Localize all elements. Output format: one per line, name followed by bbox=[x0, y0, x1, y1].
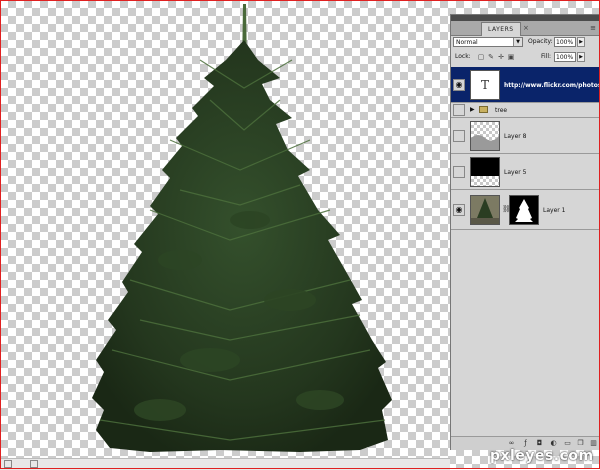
blend-mode-value: Normal bbox=[456, 39, 478, 46]
panel-menu-icon[interactable]: ≡ bbox=[590, 22, 596, 34]
layer-row-layer-5[interactable]: Layer 5 bbox=[451, 154, 599, 190]
layer-5-thumbnail bbox=[470, 157, 500, 187]
layer-row-text[interactable]: ◉ T http://www.flickr.com/photos bbox=[451, 67, 599, 103]
panel-tab-strip: LAYERS × ≡ bbox=[451, 21, 600, 36]
layer-name: Layer 8 bbox=[504, 133, 527, 140]
fill-slider-arrow-icon[interactable]: ▶ bbox=[577, 52, 585, 62]
text-layer-thumbnail: T bbox=[470, 70, 500, 100]
layer-8-thumbnail bbox=[470, 121, 500, 151]
status-indicator-icon bbox=[4, 460, 12, 468]
close-icon[interactable]: × bbox=[523, 22, 529, 34]
lock-transparency-icon[interactable]: ▢ bbox=[477, 53, 485, 61]
visibility-toggle[interactable] bbox=[453, 130, 465, 142]
christmas-tree-image bbox=[92, 4, 392, 452]
link-layers-icon[interactable]: ∞ bbox=[507, 439, 516, 448]
tab-layers[interactable]: LAYERS bbox=[481, 22, 521, 36]
eye-icon[interactable]: ◉ bbox=[453, 204, 465, 216]
disclosure-triangle-icon[interactable]: ▶ bbox=[470, 106, 475, 113]
layers-panel: LAYERS × ≡ Normal ▼ Opacity: 100% ▶ Lock… bbox=[450, 14, 600, 450]
layer-row-layer-8[interactable]: Layer 8 bbox=[451, 118, 599, 154]
new-layer-icon[interactable]: ❐ bbox=[576, 439, 585, 448]
layer-row-layer-1[interactable]: ◉ ⛓ Layer 1 bbox=[451, 190, 599, 230]
layer-name: Layer 5 bbox=[504, 169, 527, 176]
fill-input[interactable]: 100% bbox=[554, 52, 576, 62]
layer-style-fx-icon[interactable]: ƒ bbox=[521, 439, 530, 448]
layer-1-thumbnail-tree bbox=[471, 196, 499, 224]
add-mask-icon[interactable]: ◘ bbox=[535, 439, 544, 448]
opacity-label: Opacity: bbox=[528, 38, 553, 45]
eye-icon[interactable]: ◉ bbox=[453, 79, 465, 91]
lock-all-icon[interactable]: ▣ bbox=[507, 53, 515, 61]
layer-name: http://www.flickr.com/photos bbox=[504, 82, 599, 89]
opacity-input[interactable]: 100% bbox=[554, 37, 576, 47]
visibility-toggle[interactable] bbox=[453, 166, 465, 178]
opacity-slider-arrow-icon[interactable]: ▶ bbox=[577, 37, 585, 47]
blend-opacity-row: Normal ▼ Opacity: 100% ▶ bbox=[453, 37, 599, 49]
fill-label: Fill: bbox=[541, 53, 552, 60]
layer-mask-shape bbox=[515, 199, 533, 222]
layer-1-thumbnail bbox=[470, 195, 500, 225]
blend-mode-select[interactable]: Normal ▼ bbox=[453, 37, 523, 47]
layer-name: tree bbox=[495, 107, 508, 114]
layer-mask-thumbnail[interactable] bbox=[509, 195, 539, 225]
folder-icon bbox=[479, 106, 488, 113]
lock-label: Lock: bbox=[455, 53, 471, 60]
layer-name: Layer 1 bbox=[543, 207, 566, 214]
status-bar bbox=[0, 458, 450, 470]
new-group-icon[interactable]: ▭ bbox=[563, 439, 572, 448]
lock-paint-icon[interactable]: ✎ bbox=[487, 53, 495, 61]
lock-position-icon[interactable]: ✛ bbox=[497, 53, 505, 61]
adjustment-layer-icon[interactable]: ◐ bbox=[549, 439, 558, 448]
trash-icon[interactable]: ▥ bbox=[589, 439, 598, 448]
visibility-toggle[interactable] bbox=[453, 104, 465, 116]
text-layer-icon: T bbox=[480, 78, 489, 92]
lock-fill-row: Lock: ▢ ✎ ✛ ▣ Fill: 100% ▶ bbox=[453, 52, 599, 64]
layer-8-thumbnail-shape bbox=[471, 135, 499, 150]
layer-row-group[interactable]: ▶ tree bbox=[451, 103, 599, 118]
status-indicator-icon bbox=[30, 460, 38, 468]
watermark-logo: pxleyes.com bbox=[490, 448, 594, 464]
chevron-down-icon[interactable]: ▼ bbox=[513, 38, 522, 46]
